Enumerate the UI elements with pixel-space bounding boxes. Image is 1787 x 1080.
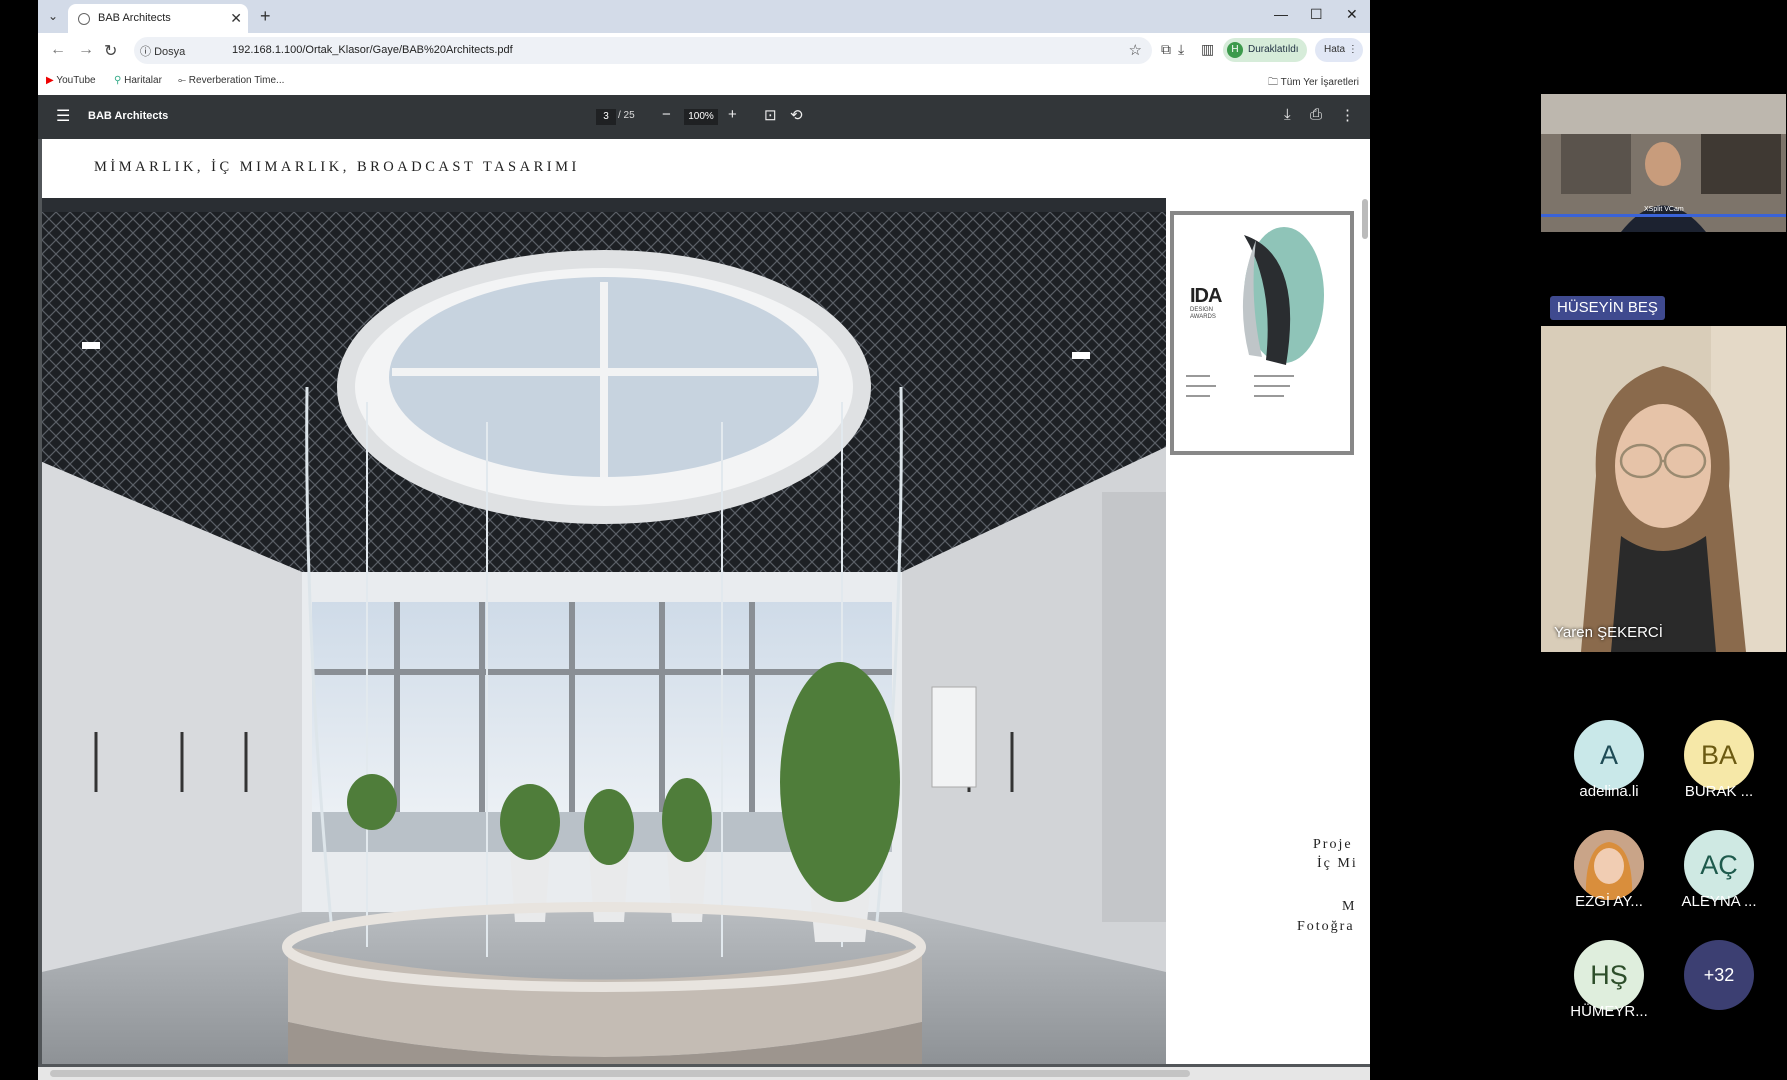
minimize-button[interactable]: — — [1274, 6, 1288, 22]
meeting-panel: XSplit VCam HÜSEYİN BEŞ Yaren ŞEKERCİ A … — [1370, 0, 1787, 1080]
print-icon[interactable]: ⎙ — [1310, 106, 1322, 123]
address-bar[interactable]: ⓘ Dosya 192.168.1.100/Ortak_Klasor/Gaye/… — [134, 37, 1152, 64]
participant-name: ALEYNA ... — [1681, 893, 1757, 910]
reload-button[interactable]: ↻ — [104, 41, 117, 61]
tab-title: BAB Architects — [98, 12, 171, 24]
fit-page-icon[interactable]: ⊡ — [764, 106, 777, 124]
pdf-page: MİMARLIK, İÇ MIMARLIK, BROADCAST TASARIM… — [42, 139, 1370, 1064]
page-total: / 25 — [618, 110, 635, 121]
youtube-icon: ▶ — [46, 75, 54, 86]
profile-status: Duraklatıldı — [1248, 44, 1299, 55]
bookmark-label: YouTube — [56, 75, 96, 86]
close-window-button[interactable]: ✕ — [1346, 6, 1358, 23]
rotate-icon[interactable]: ⟲ — [790, 106, 803, 124]
extensions-icon[interactable]: ⧉ — [1161, 41, 1171, 58]
vertical-scrollbar[interactable] — [1362, 199, 1368, 239]
tab-search-button[interactable]: ⌄ — [42, 6, 64, 26]
project-line-1: Proje — [1313, 837, 1353, 852]
ida-logo-subtitle: DESIGN AWARDS — [1190, 307, 1216, 320]
project-line-2: İç Mi — [1317, 856, 1358, 871]
new-tab-button[interactable]: + — [260, 6, 271, 27]
pdf-toolbar: ☰ BAB Architects 3 / 25 − 100% + ⊡ ⟲ ⤓ ⎙… — [38, 95, 1370, 139]
forward-button[interactable]: → — [78, 41, 94, 59]
profile-button[interactable]: H Duraklatıldı — [1223, 38, 1307, 62]
participant-name: HÜMEYR... — [1570, 1003, 1648, 1020]
speaker-video[interactable]: Yaren ŞEKERCİ — [1541, 326, 1786, 652]
error-label: Hata — [1324, 44, 1346, 55]
page-heading: MİMARLIK, İÇ MIMARLIK, BROADCAST TASARIM… — [94, 159, 580, 175]
site-info-label: Dosya — [154, 46, 186, 58]
side-panel-icon[interactable]: ▥ — [1201, 41, 1214, 58]
speaker-video-frame — [1541, 326, 1786, 652]
bookmark-maps[interactable]: ⚲ Haritalar — [114, 75, 162, 86]
maximize-button[interactable]: ☐ — [1310, 6, 1323, 23]
back-button[interactable]: ← — [50, 41, 66, 59]
site-info-chip[interactable]: ⓘ Dosya — [140, 43, 185, 59]
menu-icon[interactable]: ☰ — [56, 106, 70, 126]
interior-photo-illustration — [42, 212, 1166, 1064]
interior-photo — [42, 198, 1166, 1064]
avatar: HŞ — [1574, 940, 1644, 1010]
browser-window: ⌄ BAB Architects ✕ + — ☐ ✕ ← → ↻ ⓘ Dosya… — [38, 0, 1370, 1080]
browser-toolbar: ← → ↻ ⓘ Dosya 192.168.1.100/Ortak_Klasor… — [38, 33, 1370, 68]
profile-avatar: H — [1227, 42, 1243, 58]
project-line-3: M — [1342, 899, 1357, 914]
speaker-name: Yaren ŞEKERCİ — [1554, 624, 1663, 641]
ida-logo: IDA — [1190, 285, 1222, 307]
tab-bar: ⌄ BAB Architects ✕ + — ☐ ✕ — [38, 0, 1370, 33]
download-pdf-icon[interactable]: ⤓ — [1284, 106, 1291, 123]
avatar: A — [1574, 720, 1644, 790]
bookmark-youtube[interactable]: ▶ YouTube — [46, 75, 96, 86]
map-pin-icon: ⚲ — [114, 75, 122, 86]
more-options-icon[interactable]: ⋮ — [1340, 106, 1355, 124]
more-participants-button[interactable]: +32 — [1684, 940, 1754, 1010]
avatar: AÇ — [1684, 830, 1754, 900]
ezgi-avatar-photo — [1574, 830, 1644, 900]
bookmark-label: Reverberation Time... — [188, 75, 285, 86]
error-menu-button[interactable]: Hata ⋮ — [1315, 38, 1363, 62]
zoom-input[interactable]: 100% — [684, 109, 718, 125]
participant-name: adelina.li — [1579, 783, 1639, 800]
horizontal-scroll-thumb[interactable] — [50, 1070, 1190, 1077]
url-text[interactable]: 192.168.1.100/Ortak_Klasor/Gaye/BAB%20Ar… — [232, 44, 513, 56]
link-icon: ⟜ — [178, 75, 186, 86]
avatar: BA — [1684, 720, 1754, 790]
tab-bab-architects[interactable]: BAB Architects ✕ — [68, 4, 248, 33]
close-icon[interactable]: ✕ — [230, 10, 242, 27]
bookmarks-bar: ▶ YouTube ⚲ Haritalar ⟜ Reverberation Ti… — [38, 68, 1370, 96]
zoom-in-button[interactable]: + — [728, 106, 737, 123]
presenter-label: XSplit VCam — [1644, 206, 1684, 213]
bookmark-label: Haritalar — [124, 75, 162, 86]
pdf-title: BAB Architects — [88, 110, 169, 122]
presenter-video[interactable]: XSplit VCam — [1541, 94, 1786, 232]
avatar — [1574, 830, 1644, 900]
participant-name: BURAK ... — [1684, 783, 1754, 800]
pdf-viewer[interactable]: MİMARLIK, İÇ MIMARLIK, BROADCAST TASARIM… — [38, 139, 1370, 1072]
participant-name: EZGİ AY... — [1575, 893, 1643, 910]
all-bookmarks-button[interactable]: 🗀 Tüm Yer İşaretleri — [1268, 75, 1359, 92]
page-number-input[interactable]: 3 — [596, 109, 616, 125]
ida-award-certificate: IDA DESIGN AWARDS — [1170, 211, 1354, 455]
globe-icon — [78, 13, 90, 25]
zoom-out-button[interactable]: − — [662, 106, 671, 123]
project-line-4: Fotoğra — [1297, 919, 1355, 934]
download-icon[interactable]: ⤓ — [1178, 41, 1184, 58]
speaker-tag: HÜSEYİN BEŞ — [1550, 296, 1665, 320]
all-bookmarks-label: Tüm Yer İşaretleri — [1280, 77, 1359, 88]
bookmark-reverberation[interactable]: ⟜ Reverberation Time... — [178, 75, 284, 86]
horizontal-scrollbar[interactable] — [38, 1067, 1370, 1080]
folder-icon: 🗀 — [1268, 77, 1278, 88]
award-trophy-graphic — [1186, 227, 1324, 397]
bookmark-star-icon[interactable]: ☆ — [1129, 41, 1142, 59]
